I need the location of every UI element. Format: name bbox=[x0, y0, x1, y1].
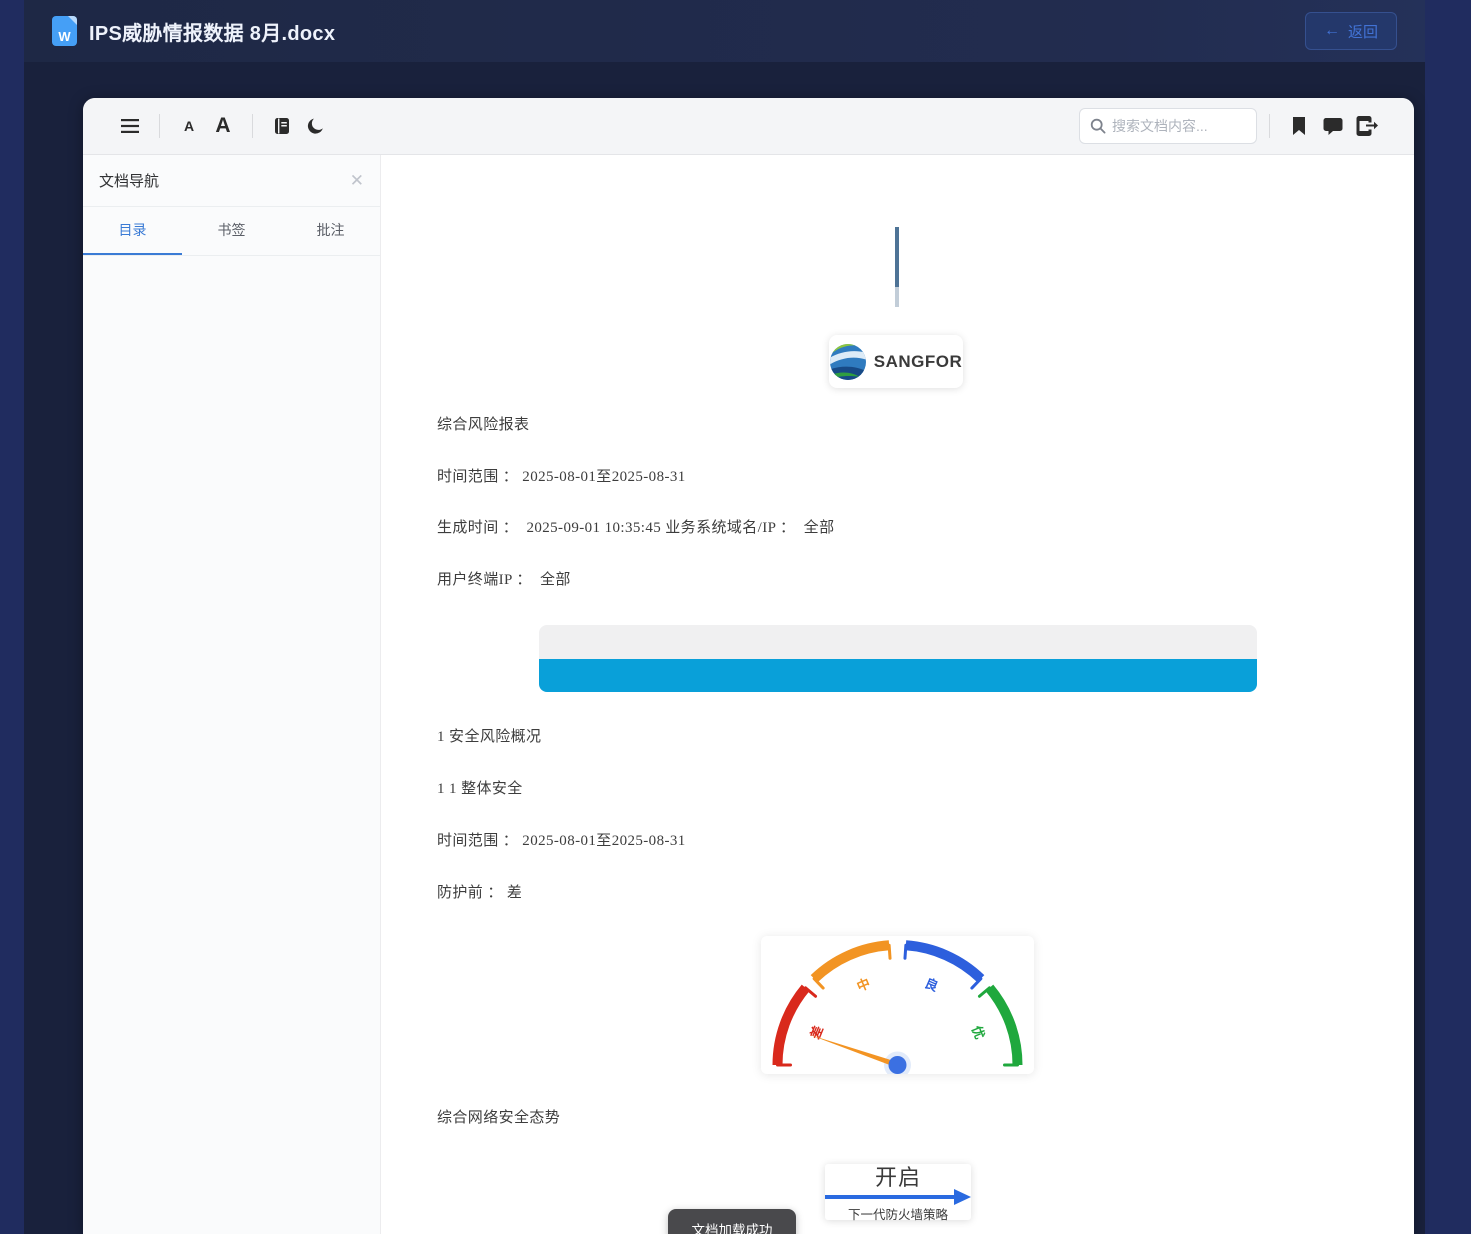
gauge-label-good: 良 bbox=[923, 975, 941, 994]
globe-icon bbox=[829, 343, 866, 380]
file-fold-corner bbox=[68, 16, 77, 25]
tab-bookmarks[interactable]: 书签 bbox=[182, 207, 281, 255]
gauge-svg: 差 中 良 优 bbox=[772, 940, 1023, 1074]
document-page[interactable]: SANGFOR 综合风险报表 时间范围 ： 2025-08-01至2025-08… bbox=[382, 155, 1414, 1234]
gauge-label-excellent: 优 bbox=[969, 1024, 988, 1042]
toolbar-divider bbox=[1269, 114, 1270, 138]
font-decrease-button[interactable]: A bbox=[172, 109, 206, 143]
toolbar-divider bbox=[159, 114, 160, 138]
reader-mode-icon bbox=[275, 118, 289, 134]
font-increase-button[interactable]: A bbox=[206, 109, 240, 143]
logo-wordmark: SANGFOR bbox=[873, 351, 963, 371]
tab-annotations-label: 批注 bbox=[316, 222, 345, 238]
caret-line bbox=[895, 227, 899, 307]
comment-button[interactable] bbox=[1316, 109, 1350, 143]
viewer-toolbar: A A bbox=[83, 98, 1414, 155]
policy-label: 下一代防火墙策略 bbox=[847, 1208, 948, 1222]
word-file-icon: W bbox=[52, 16, 77, 46]
caret-line-top bbox=[895, 227, 899, 287]
gauge-label-poor: 差 bbox=[807, 1024, 826, 1042]
document-title: IPS威胁情报数据 8月.docx bbox=[89, 22, 336, 45]
posture-line: 综合网络安全态势 bbox=[437, 1110, 561, 1126]
time-range-line: 时间范围 ： 2025-08-01至2025-08-31 bbox=[437, 469, 686, 485]
toast-text: 文档加载成功 bbox=[691, 1223, 773, 1234]
viewer-panel: A A 搜索文档内容... 文档导航 ✕ 目录 书签 批注 SANGFOR 综合… bbox=[83, 98, 1414, 1234]
toast-message: 文档加载成功 bbox=[668, 1209, 796, 1234]
section-1-heading: 1 安全风险概况 bbox=[437, 729, 542, 745]
export-icon bbox=[1356, 116, 1378, 136]
sangfor-logo: SANGFOR bbox=[829, 335, 963, 388]
tab-bookmarks-label: 书签 bbox=[217, 222, 246, 238]
security-gauge-chart: 差 中 良 优 bbox=[761, 936, 1034, 1074]
menu-button[interactable] bbox=[113, 109, 147, 143]
close-icon[interactable]: ✕ bbox=[350, 172, 364, 189]
app-window: W IPS威胁情报数据 8月.docx ← 返回 A A 搜索文档内容... 文… bbox=[24, 0, 1425, 1234]
tab-toc-label: 目录 bbox=[118, 222, 147, 238]
user-ip-line: 用户终端IP ： 全部 bbox=[437, 572, 571, 588]
generated-line: 生成时间 ： 2025-09-01 10:35:45 业务系统域名/IP ： 全… bbox=[437, 520, 835, 536]
sidebar-tabs: 目录 书签 批注 bbox=[83, 207, 380, 256]
placeholder-bar-gray bbox=[539, 625, 1257, 659]
font-decrease-label: A bbox=[183, 118, 195, 134]
export-button[interactable] bbox=[1350, 109, 1384, 143]
arrow-right-icon bbox=[825, 1189, 971, 1205]
back-button[interactable]: ← 返回 bbox=[1304, 12, 1397, 50]
placeholder-bar-blue bbox=[539, 659, 1257, 692]
dark-mode-button[interactable] bbox=[299, 109, 333, 143]
pre-protection-line: 防护前 ： 差 bbox=[437, 885, 523, 901]
reading-mode-button[interactable] bbox=[265, 109, 299, 143]
section-1-1-heading: 1 1 整体安全 bbox=[437, 781, 523, 797]
switch-on-label: 开启 bbox=[874, 1165, 921, 1190]
time-range-line-2: 时间范围 ： 2025-08-01至2025-08-31 bbox=[437, 833, 686, 849]
search-input[interactable] bbox=[1112, 118, 1232, 134]
title-bar: W IPS威胁情报数据 8月.docx ← 返回 bbox=[24, 0, 1425, 62]
menu-icon bbox=[121, 119, 139, 133]
sidebar-header: 文档导航 ✕ bbox=[83, 155, 380, 207]
tab-toc[interactable]: 目录 bbox=[83, 207, 182, 255]
comment-icon bbox=[1323, 117, 1343, 135]
gauge-label-medium: 中 bbox=[855, 975, 873, 994]
font-increase-label: A bbox=[215, 114, 231, 137]
file-icon-letter: W bbox=[58, 29, 71, 44]
dark-mode-icon bbox=[307, 118, 323, 134]
caret-line-bottom bbox=[895, 287, 899, 307]
back-arrow-icon: ← bbox=[1323, 22, 1340, 39]
search-box bbox=[1079, 108, 1257, 144]
navigation-sidebar: 文档导航 ✕ 目录 书签 批注 bbox=[83, 155, 381, 1234]
report-title: 综合风险报表 bbox=[437, 417, 530, 433]
toolbar-divider bbox=[252, 114, 253, 138]
firewall-policy-node: 开启 下一代防火墙策略 bbox=[825, 1164, 971, 1222]
bookmark-button[interactable] bbox=[1282, 109, 1316, 143]
search-icon bbox=[1090, 118, 1106, 134]
back-button-label: 返回 bbox=[1347, 23, 1378, 41]
tab-annotations[interactable]: 批注 bbox=[281, 207, 380, 255]
gauge-hub bbox=[888, 1056, 907, 1074]
sidebar-title: 文档导航 bbox=[99, 173, 160, 190]
gauge-needle bbox=[809, 1034, 899, 1068]
bookmark-icon bbox=[1293, 117, 1305, 135]
